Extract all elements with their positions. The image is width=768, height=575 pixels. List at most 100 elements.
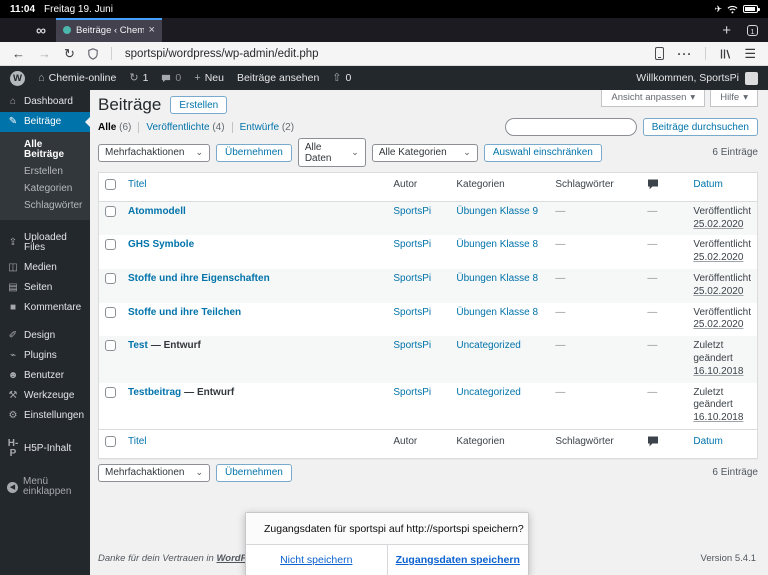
status-filter-link[interactable]: Alle (6) — [98, 122, 131, 133]
back-icon[interactable]: ← — [12, 47, 25, 60]
menu-item-label: Dashboard — [24, 96, 73, 107]
post-title-link[interactable]: Testbeitrag — [128, 387, 181, 398]
category-filter-select[interactable]: Alle Kategorien ⌄ — [371, 143, 478, 162]
screen-options-button[interactable]: Ansicht anpassen ▾ — [601, 90, 706, 107]
sidebar-item[interactable]: ⌁ Plugins — [0, 346, 90, 366]
page-title: Beiträge — [98, 95, 162, 114]
post-title-link[interactable]: Stoffe und ihre Eigenschaften — [128, 273, 270, 284]
sidebar-item-h5p[interactable]: H-P H5P-Inhalt — [0, 434, 90, 464]
forward-icon[interactable]: → — [38, 47, 51, 60]
sidebar-item[interactable]: ⚙ Einstellungen — [0, 406, 90, 426]
menu-lower-group: ✐ Design ⌁ Plugins ☻ Benutzer ⚒ Werkzeug… — [0, 326, 90, 426]
save-credentials-button[interactable]: Zugangsdaten speichern — [388, 545, 529, 575]
browser-tab[interactable]: Beiträge ‹ Chemie-o × — [55, 18, 162, 42]
sidebar-item[interactable]: ☻ Benutzer — [0, 366, 90, 386]
view-posts-link[interactable]: Beiträge ansehen — [237, 72, 319, 84]
site-name-link[interactable]: ⌂ Chemie-online — [38, 72, 116, 84]
sidebar-item[interactable]: ✐ Design — [0, 326, 90, 346]
shield-icon[interactable] — [88, 47, 98, 60]
menu-item-icon: ⚙ — [8, 410, 18, 421]
select-all-checkbox[interactable] — [105, 435, 116, 447]
save-login-doorhanger: Zugangsdaten für sportspi auf http://spo… — [245, 512, 529, 575]
status-filter-link[interactable]: Veröffentlichte (4) — [138, 122, 225, 133]
apply-button-bottom[interactable]: Übernehmen — [216, 463, 292, 482]
row-checkbox[interactable] — [105, 272, 116, 284]
search-posts-button[interactable]: Beiträge durchsuchen — [642, 118, 758, 136]
search-input[interactable] — [504, 118, 637, 136]
avatar[interactable] — [745, 71, 758, 85]
row-checkbox[interactable] — [105, 205, 116, 217]
post-title-link[interactable]: Test — [128, 340, 148, 351]
category-link[interactable]: Uncategorized — [456, 387, 520, 398]
categories-header: Kategorien — [450, 172, 550, 202]
row-checkbox[interactable] — [105, 386, 116, 398]
menu-item-icon: ☻ — [7, 370, 19, 381]
row-checkbox[interactable] — [105, 340, 116, 352]
author-link[interactable]: SportsPi — [393, 340, 431, 351]
bulk-action-select[interactable]: Mehrfachaktionen ⌄ — [98, 143, 210, 162]
mask-icon[interactable]: ∞ — [36, 23, 46, 37]
wordpress-logo-icon[interactable]: W — [10, 70, 25, 86]
author-link[interactable]: SportsPi — [393, 206, 431, 217]
tab-title: Beiträge ‹ Chemie-o — [75, 24, 144, 36]
sidebar-item[interactable]: ⌂ Dashboard — [0, 92, 90, 112]
reload-icon[interactable]: ↻ — [64, 47, 75, 60]
categories-header: Kategorien — [450, 428, 550, 459]
row-checkbox[interactable] — [105, 306, 116, 318]
url-separator — [110, 47, 112, 60]
category-link[interactable]: Übungen Klasse 8 — [456, 239, 538, 250]
url-field[interactable]: sportspi/wordpress/wp-admin/edit.php — [125, 48, 642, 60]
sidebar-item[interactable]: ◫ Medien — [0, 258, 90, 278]
new-content-link[interactable]: + Neu — [194, 72, 224, 84]
comments-link[interactable]: 0 — [161, 72, 181, 84]
select-all-checkbox[interactable] — [105, 179, 116, 190]
category-link[interactable]: Übungen Klasse 8 — [456, 307, 538, 318]
date-filter-select[interactable]: Alle Daten ⌄ — [297, 138, 366, 167]
menu-icon[interactable]: ☰ — [744, 46, 756, 62]
category-link[interactable]: Übungen Klasse 8 — [456, 273, 538, 284]
new-tab-icon[interactable]: + — [722, 23, 731, 38]
apply-button[interactable]: Übernehmen — [216, 143, 292, 162]
updates-link[interactable]: ↻ 1 — [129, 72, 148, 84]
sidebar-item[interactable]: ■ Kommentare — [0, 298, 90, 318]
device-view-icon[interactable] — [655, 47, 665, 60]
filter-button[interactable]: Auswahl einschränken — [483, 143, 602, 162]
dont-save-button[interactable]: Nicht speichern — [246, 545, 388, 575]
author-link[interactable]: SportsPi — [393, 307, 431, 318]
tab-counter[interactable]: 1 — [747, 24, 758, 36]
author-link[interactable]: SportsPi — [393, 239, 431, 250]
post-title-link[interactable]: Atommodell — [128, 206, 186, 217]
chevron-down-icon: ▾ — [743, 92, 748, 103]
collapse-menu-button[interactable]: ◀ Menü einklappen — [0, 472, 90, 502]
bulk-action-select-bottom[interactable]: Mehrfachaktionen ⌄ — [98, 463, 210, 482]
status-filter-link[interactable]: Entwürfe (2) — [231, 122, 294, 133]
submenu-item[interactable]: Kategorien — [0, 180, 90, 197]
account-greeting[interactable]: Willkommen, SportsPi — [636, 72, 739, 84]
post-title-link[interactable]: GHS Symbole — [128, 239, 194, 250]
author-link[interactable]: SportsPi — [393, 387, 431, 398]
submenu-item[interactable]: Erstellen — [0, 163, 90, 180]
tab-close-icon[interactable]: × — [149, 24, 155, 36]
category-link[interactable]: Übungen Klasse 9 — [456, 206, 538, 217]
help-button[interactable]: Hilfe ▾ — [710, 90, 758, 107]
plus-icon: + — [194, 71, 201, 84]
post-title-link[interactable]: Stoffe und ihre Teilchen — [128, 307, 241, 318]
sidebar-item[interactable]: ✎ Beiträge — [0, 112, 90, 132]
sort-title-header[interactable]: Titel — [128, 179, 147, 190]
sort-title-header[interactable]: Titel — [128, 436, 147, 447]
submenu-item[interactable]: Schlagwörter — [0, 197, 90, 214]
author-link[interactable]: SportsPi — [393, 273, 431, 284]
upload-queue-link[interactable]: ⇧ 0 — [332, 72, 351, 84]
add-new-post-button[interactable]: Erstellen — [170, 96, 228, 114]
tags-header: Schlagwörter — [549, 428, 642, 459]
sort-date-header[interactable]: Datum — [693, 179, 722, 190]
sort-date-header[interactable]: Datum — [693, 436, 722, 447]
row-checkbox[interactable] — [105, 239, 116, 251]
more-options-icon[interactable]: ··· — [677, 47, 692, 61]
sidebar-item[interactable]: ⚒ Werkzeuge — [0, 386, 90, 406]
sidebar-item[interactable]: ▤ Seiten — [0, 278, 90, 298]
category-link[interactable]: Uncategorized — [456, 340, 520, 351]
submenu-item[interactable]: Alle Beiträge — [0, 136, 90, 163]
library-icon[interactable] — [719, 48, 731, 60]
sidebar-item[interactable]: ⇪ Uploaded Files — [0, 228, 90, 258]
